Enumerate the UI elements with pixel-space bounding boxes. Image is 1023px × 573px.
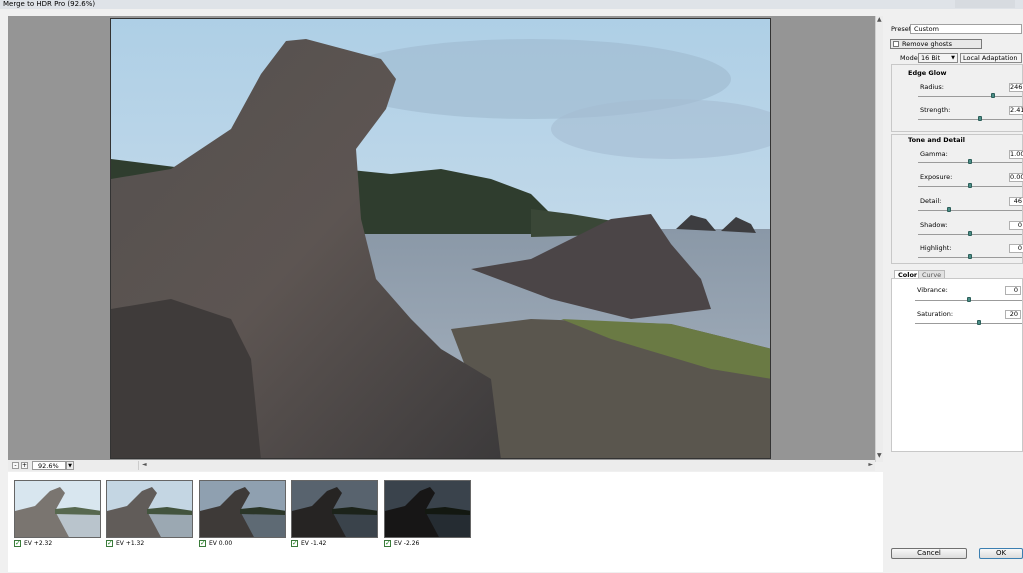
tone-detail-group [891,134,1023,264]
mode-label: Mode: [900,54,920,62]
radius-slider-thumb[interactable] [990,93,995,98]
detail-value-field[interactable]: 46 [1009,197,1023,206]
window-controls[interactable] [955,0,1015,8]
source-ev-1: EV +2.32 [24,540,53,547]
hdr-settings-panel: Preset: Custom Remove ghosts Mode: 16 Bi… [885,16,1023,573]
zoom-out-button[interactable]: - [12,462,19,469]
tab-curve[interactable]: Curve [918,270,946,279]
radius-label: Radius: [920,83,944,91]
thumbnail-image [385,481,470,537]
exposure-label: Exposure: [920,173,953,181]
source-ev-2: EV +1.32 [116,540,145,547]
cancel-button[interactable]: Cancel [891,548,967,559]
strength-label: Strength: [920,106,951,114]
title-bar: Merge to HDR Pro (92.6%) [0,0,1023,9]
remove-ghosts-option[interactable]: Remove ghosts [890,39,982,49]
source-ev-4: EV -1.42 [301,540,327,547]
tone-detail-header: Tone and Detail [908,136,966,144]
bit-depth-select[interactable]: 16 Bit ▼ [918,53,958,63]
hdr-preview-image [110,18,771,459]
gamma-label: Gamma: [920,150,948,158]
thumbnail-image [107,481,192,537]
thumbnail-image [200,481,285,537]
method-select[interactable]: Local Adaptation [960,53,1022,63]
method-value: Local Adaptation [963,54,1018,62]
chevron-down-icon: ▼ [68,463,72,469]
scroll-down-icon[interactable]: ▼ [877,452,882,459]
highlight-value-field[interactable]: 0 [1009,244,1023,253]
source-ev-5: EV -2.26 [394,540,420,547]
source-thumbnail-3[interactable] [199,480,286,538]
source-thumbnail-1[interactable] [14,480,101,538]
gamma-slider-thumb[interactable] [968,159,972,164]
zoom-level-field[interactable]: 92.6% [32,461,66,470]
exposure-value-field[interactable]: 0.00 [1009,173,1023,182]
highlight-label: Highlight: [920,244,952,252]
vertical-scrollbar[interactable]: ▲ ▼ [875,16,883,462]
edge-glow-header: Edge Glow [908,69,947,77]
source-thumbnail-2[interactable] [106,480,193,538]
detail-slider-thumb[interactable] [947,207,952,212]
scroll-left-icon[interactable]: ◄ [142,461,147,468]
source-checkbox-3[interactable]: ✓ [199,540,206,547]
strength-slider-track[interactable] [918,119,1022,120]
saturation-slider-track[interactable] [915,323,1022,324]
remove-ghosts-checkbox[interactable] [893,41,899,47]
saturation-value-field[interactable]: 20 [1005,310,1021,319]
highlight-slider-thumb[interactable] [968,254,972,259]
source-thumbnail-5[interactable] [384,480,471,538]
bit-depth-value: 16 Bit [921,54,941,62]
exposure-slider-thumb[interactable] [968,183,972,188]
source-checkbox-5[interactable]: ✓ [384,540,391,547]
saturation-slider-thumb[interactable] [977,320,982,325]
shadow-value-field[interactable]: 0 [1009,221,1023,230]
source-ev-3: EV 0.00 [209,540,233,547]
source-label-5: ✓ EV -2.26 [384,540,419,548]
detail-slider-track[interactable] [918,210,1022,211]
source-label-3: ✓ EV 0.00 [199,540,232,548]
source-filmstrip: ✓ EV +2.32 ✓ EV +1.32 ✓ EV 0.00 ✓ EV -1.42 [8,472,883,572]
radius-value-field[interactable]: 246 [1009,83,1023,92]
vibrance-value-field[interactable]: 0 [1005,286,1021,295]
radius-slider-track[interactable] [918,96,1022,97]
source-checkbox-1[interactable]: ✓ [14,540,21,547]
gamma-value-field[interactable]: 1.00 [1009,150,1023,159]
remove-ghosts-label: Remove ghosts [902,40,952,48]
source-checkbox-2[interactable]: ✓ [106,540,113,547]
source-label-1: ✓ EV +2.32 [14,540,52,548]
source-thumbnail-4[interactable] [291,480,378,538]
vibrance-slider-thumb[interactable] [966,297,971,302]
shadow-slider-thumb[interactable] [968,231,972,236]
color-tab-content [891,278,1023,452]
vibrance-label: Vibrance: [917,286,948,294]
thumbnail-image [292,481,377,537]
source-label-2: ✓ EV +1.32 [106,540,144,548]
detail-label: Detail: [920,197,942,205]
strength-slider-thumb[interactable] [978,116,983,121]
ok-button[interactable]: OK [979,548,1023,559]
zoom-bar: - + 92.6% ▼ ◄ ► [8,460,875,471]
saturation-label: Saturation: [917,310,954,318]
window-title: Merge to HDR Pro (92.6%) [3,0,96,8]
shadow-label: Shadow: [920,221,948,229]
chevron-down-icon: ▼ [951,55,955,61]
hdr-photo-graphic [111,19,770,458]
preset-field[interactable]: Custom [910,24,1022,34]
scroll-right-icon[interactable]: ► [868,461,873,468]
source-label-4: ✓ EV -1.42 [291,540,326,548]
strength-value-field[interactable]: 2.41 [1009,106,1023,115]
zoom-dropdown-button[interactable]: ▼ [66,461,74,470]
horizontal-scrollbar[interactable]: ◄ ► [138,461,873,470]
scroll-up-icon[interactable]: ▲ [877,16,882,23]
thumbnail-image [15,481,100,537]
source-checkbox-4[interactable]: ✓ [291,540,298,547]
zoom-in-button[interactable]: + [21,462,28,469]
